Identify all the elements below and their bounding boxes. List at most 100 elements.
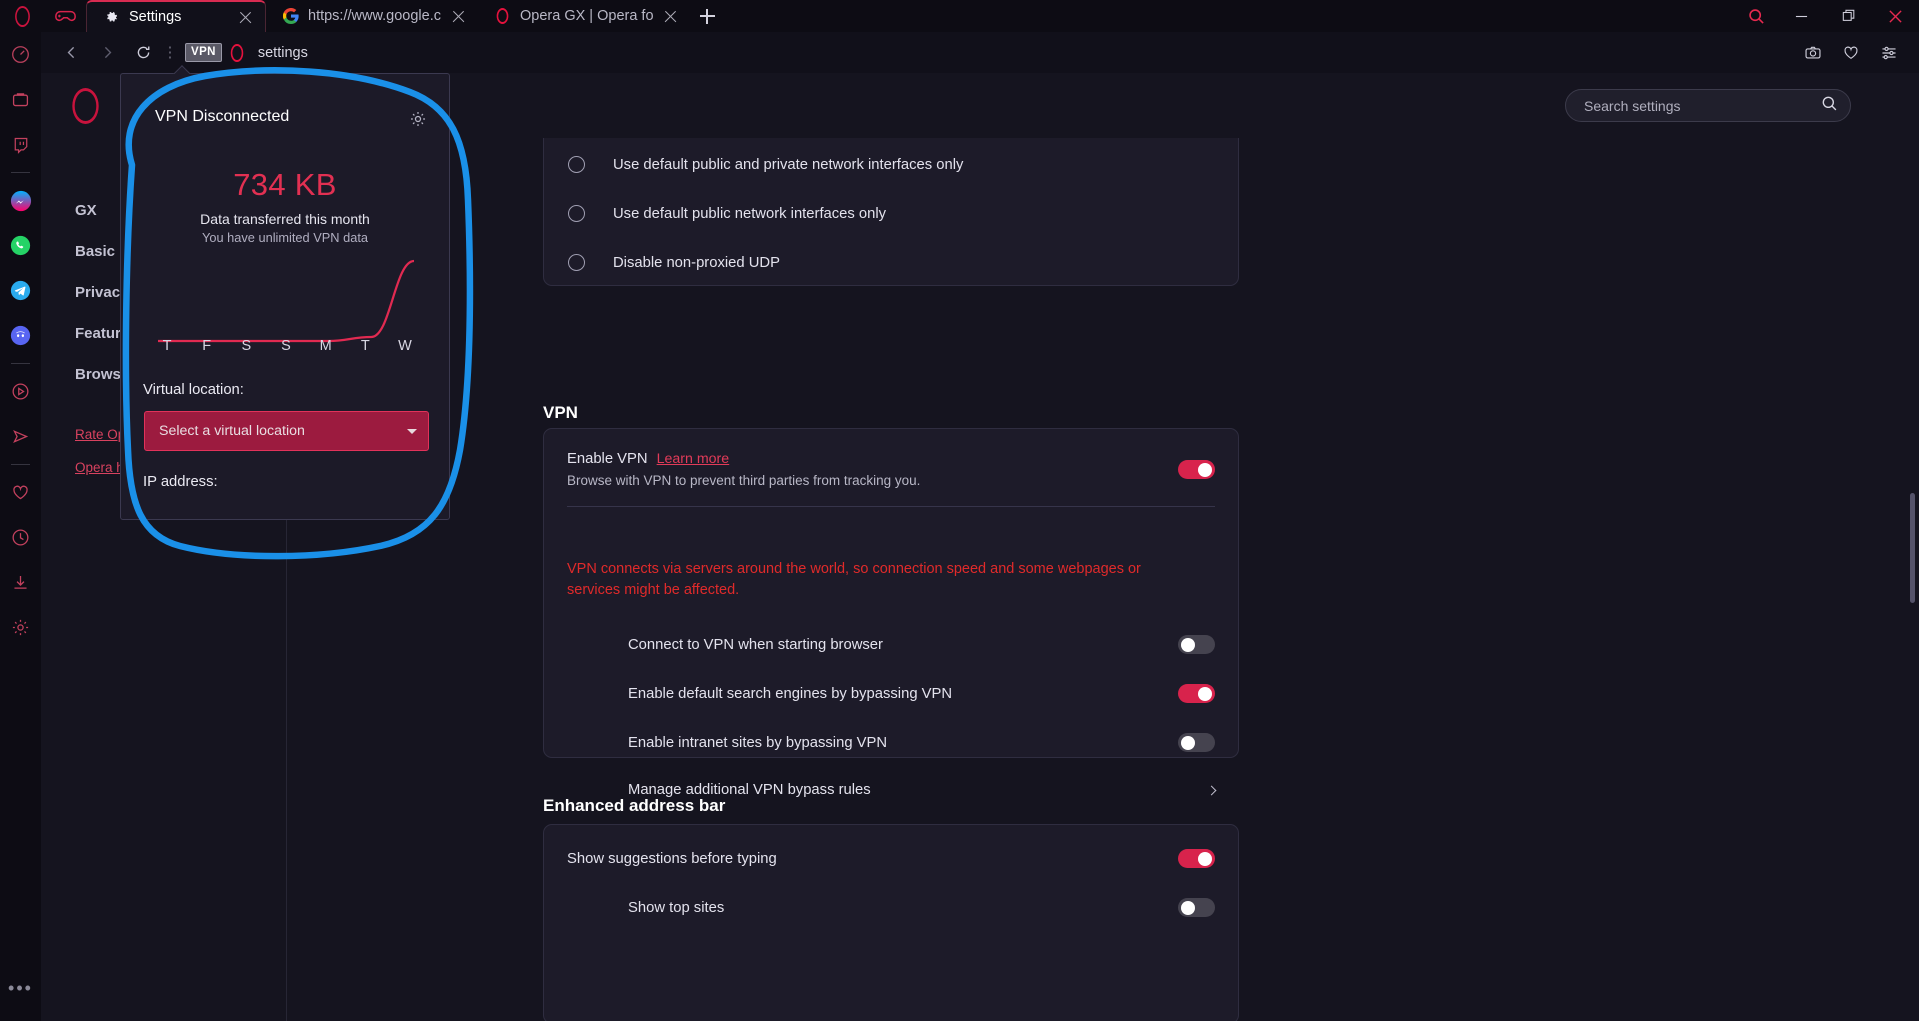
downloads-icon[interactable]	[0, 560, 41, 605]
close-icon[interactable]	[450, 8, 467, 25]
chevron-right-icon[interactable]	[1206, 785, 1217, 795]
option-label: Enable default search engines by bypassi…	[628, 685, 953, 702]
settings-gear-icon[interactable]	[0, 605, 41, 650]
minimize-button[interactable]	[1778, 0, 1825, 32]
rail-divider	[11, 464, 30, 465]
search-input[interactable]	[1584, 97, 1821, 114]
close-icon[interactable]	[237, 9, 254, 26]
browser-toolbar: ⋮ VPN settings	[41, 32, 1919, 73]
gx-gamepad-icon[interactable]	[44, 0, 86, 32]
enable-vpn-row: Enable VPN Learn more Browse with VPN to…	[567, 451, 1215, 507]
axis-tick: S	[281, 338, 291, 354]
chevron-down-icon[interactable]	[407, 428, 417, 434]
easy-setup-icon[interactable]	[1871, 37, 1907, 69]
messenger-toolbox-icon[interactable]	[0, 77, 41, 122]
toggle-switch[interactable]	[1178, 849, 1215, 868]
rail-overflow-icon[interactable]: •••	[8, 978, 33, 999]
new-tab-button[interactable]	[690, 0, 724, 32]
option-label: Use default public and private network i…	[613, 156, 964, 173]
axis-tick: F	[202, 338, 212, 354]
opera-icon	[494, 8, 511, 25]
whatsapp-icon[interactable]	[0, 223, 41, 268]
close-button[interactable]	[1872, 0, 1919, 32]
option-label: Use default public network interfaces on…	[613, 205, 887, 222]
vpn-popup: VPN Disconnected 734 KB Data transferred…	[120, 73, 450, 520]
radio-disable-udp[interactable]: Disable non-proxied UDP	[544, 238, 1238, 287]
sidebar-item-label: Basic	[75, 243, 116, 260]
tab-opera-forums[interactable]: Opera GX | Opera forums	[478, 0, 690, 32]
option-label: Disable non-proxied UDP	[613, 254, 780, 271]
settings-content: Use default public and private network i…	[287, 138, 1919, 1021]
radio-icon[interactable]	[568, 205, 585, 222]
option-label: Show suggestions before typing	[567, 850, 777, 867]
vpn-section-title: VPN	[543, 403, 578, 422]
vpn-badge[interactable]: VPN	[185, 43, 222, 62]
telegram-icon[interactable]	[0, 268, 41, 313]
vpn-status-label: VPN Disconnected	[155, 108, 290, 125]
toggle-bypass-search[interactable]: Enable default search engines by bypassi…	[628, 684, 1215, 703]
option-label: Show top sites	[628, 899, 725, 916]
toggle-bypass-intranet[interactable]: Enable intranet sites by bypassing VPN	[628, 733, 1215, 752]
axis-tick: M	[319, 338, 332, 354]
rail-divider	[11, 172, 30, 173]
search-settings-box[interactable]	[1565, 89, 1851, 122]
twitch-icon[interactable]	[0, 122, 41, 167]
facebook-messenger-icon[interactable]	[0, 178, 41, 223]
vpn-warning-text: VPN connects via servers around the worl…	[567, 561, 1141, 598]
opera-icon	[222, 37, 252, 69]
virtual-location-value: Select a virtual location	[159, 423, 305, 439]
radio-icon[interactable]	[568, 254, 585, 271]
reload-icon[interactable]	[125, 37, 161, 69]
tab-title: Settings	[129, 9, 182, 25]
more-options-icon[interactable]: ⋮	[161, 37, 179, 69]
vpn-data-subcaption: You have unlimited VPN data	[202, 230, 368, 245]
enable-vpn-label: Enable VPN	[567, 451, 648, 467]
toggle-connect-on-start[interactable]: Connect to VPN when starting browser	[628, 635, 1215, 654]
address-text[interactable]: settings	[258, 45, 308, 61]
toggle-switch[interactable]	[1178, 898, 1215, 917]
history-icon[interactable]	[0, 515, 41, 560]
radio-icon[interactable]	[568, 156, 585, 173]
title-bar: Settings https://www.google.com/se	[0, 0, 1919, 32]
tab-settings[interactable]: Settings	[86, 0, 266, 32]
toggle-enable-vpn[interactable]	[1178, 460, 1215, 479]
send-icon[interactable]	[0, 414, 41, 459]
tab-title: https://www.google.com/se	[308, 8, 441, 24]
player-icon[interactable]	[0, 369, 41, 414]
radio-default-public-private[interactable]: Use default public and private network i…	[544, 140, 1238, 189]
toggle-switch[interactable]	[1178, 635, 1215, 654]
radio-default-public[interactable]: Use default public network interfaces on…	[544, 189, 1238, 238]
discord-icon[interactable]	[0, 313, 41, 358]
camera-icon[interactable]	[1795, 37, 1831, 69]
virtual-location-select[interactable]: Select a virtual location	[144, 411, 429, 451]
opera-logo-icon[interactable]	[0, 0, 44, 32]
search-icon[interactable]	[1734, 0, 1778, 32]
virtual-location-label: Virtual location:	[143, 382, 244, 398]
vpn-usage-chart	[149, 252, 423, 344]
toggle-switch[interactable]	[1178, 684, 1215, 703]
vpn-chart-axis-labels: T F S S M T W	[149, 338, 423, 360]
learn-more-link[interactable]: Learn more	[657, 451, 730, 467]
speed-dial-icon[interactable]	[0, 32, 41, 77]
sidebar-item-label: GX	[75, 202, 97, 219]
favorites-icon[interactable]	[0, 470, 41, 515]
vpn-data-amount: 734 KB	[233, 167, 337, 202]
browser-window: Settings https://www.google.com/se	[0, 0, 1919, 1021]
heart-icon[interactable]	[1833, 37, 1869, 69]
scrollbar-track[interactable]	[1909, 138, 1917, 1021]
search-icon[interactable]	[1821, 95, 1838, 117]
restore-button[interactable]	[1825, 0, 1872, 32]
forward-arrow-icon[interactable]	[89, 37, 125, 69]
toggle-show-top-sites[interactable]: Show top sites	[628, 898, 1215, 917]
back-arrow-icon[interactable]	[53, 37, 89, 69]
toggle-show-suggestions[interactable]: Show suggestions before typing	[567, 849, 1215, 868]
toggle-switch[interactable]	[1178, 733, 1215, 752]
axis-tick: S	[241, 338, 252, 354]
titlebar-right-controls	[1734, 0, 1919, 32]
close-icon[interactable]	[662, 8, 679, 25]
tab-google[interactable]: https://www.google.com/se	[266, 0, 478, 32]
scrollbar-thumb[interactable]	[1910, 493, 1915, 603]
gear-icon[interactable]	[409, 110, 427, 128]
popup-arrow	[173, 65, 191, 74]
address-bar-section-title: Enhanced address bar	[543, 796, 726, 815]
